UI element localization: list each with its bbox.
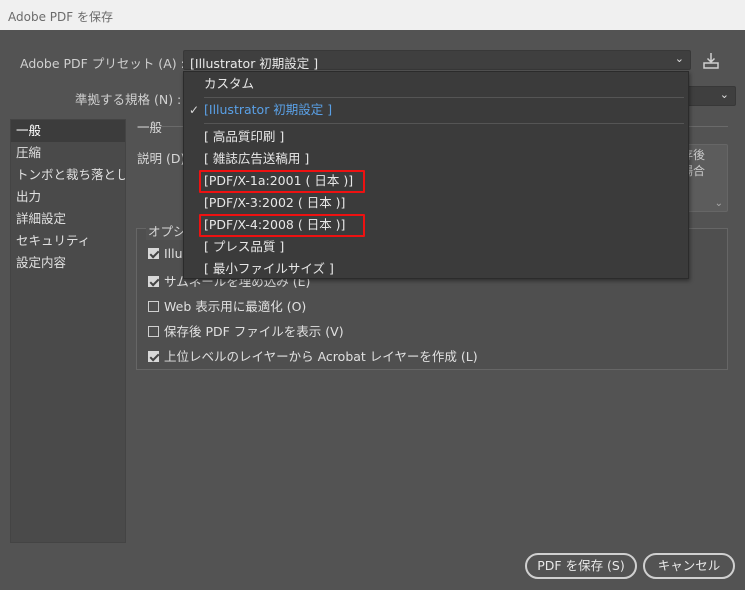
sidebar-item-summary[interactable]: 設定内容 [11,252,125,274]
sidebar-item-security[interactable]: セキュリティ [11,230,125,252]
window-title-bar: Adobe PDF を保存 [0,0,745,30]
sidebar-item-marks-bleeds[interactable]: トンボと裁ち落とし [11,164,125,186]
sidebar-item-label: セキュリティ [16,233,91,248]
menu-item-label: [ 最小ファイルサイズ ] [204,261,334,276]
option-label: 保存後 PDF ファイルを表示 (V) [164,324,344,339]
option-label: Web 表示用に最適化 (O) [164,299,307,314]
menu-item-label: カスタム [204,76,255,91]
sidebar-item-label: 詳細設定 [16,211,67,226]
option-create-acrobat-layers[interactable]: 上位レベルのレイヤーから Acrobat レイヤーを作成 (L) [148,346,478,364]
menu-item-smallest-file-size[interactable]: [ 最小ファイルサイズ ] [184,258,688,280]
menu-item-label: [Illustrator 初期設定 ] [204,102,333,117]
sidebar-item-label: 圧縮 [16,145,42,160]
chevron-down-icon: ⌄ [719,88,729,101]
menu-separator [204,123,684,124]
checkbox[interactable] [148,351,159,362]
highlight-box [199,170,365,193]
menu-item-custom[interactable]: カスタム [184,73,688,95]
checkbox[interactable] [148,276,159,287]
pdf-save-dialog: Adobe PDF プリセット (A) : [Illustrator 初期設定 … [0,30,745,590]
preset-label: Adobe PDF プリセット (A) : [20,56,185,71]
menu-item-press-quality[interactable]: [ プレス品質 ] [184,236,688,258]
preset-select-value: [Illustrator 初期設定 ] [190,56,319,71]
menu-item-label: [ 雑誌広告送稿用 ] [204,151,310,166]
save-preset-icon[interactable] [702,52,720,70]
sidebar-item-general[interactable]: 一般 [11,120,125,142]
preset-dropdown-menu: カスタム ✓ [Illustrator 初期設定 ] [ 高品質印刷 ] [ 雑… [183,71,689,279]
sidebar-item-label: トンボと裁ち落とし [16,167,125,182]
preset-select[interactable]: [Illustrator 初期設定 ] ⌄ [183,50,691,71]
chevron-down-icon: ⌄ [674,52,684,65]
sidebar-item-label: 出力 [16,189,42,204]
menu-item-high-quality-print[interactable]: [ 高品質印刷 ] [184,126,688,148]
section-title: 一般 [137,120,163,135]
standard-label: 準拠する規格 (N) : [75,92,182,107]
option-optimize-web[interactable]: Web 表示用に最適化 (O) [148,296,307,314]
sidebar-item-advanced[interactable]: 詳細設定 [11,208,125,230]
sidebar-item-compression[interactable]: 圧縮 [11,142,125,164]
sidebar-item-label: 一般 [16,123,42,138]
menu-item-pdfx-3[interactable]: [PDF/X-3:2002 ( 日本 )] [184,192,688,214]
option-label: Illu [164,246,183,261]
menu-item-label: [ プレス品質 ] [204,239,285,254]
window-title: Adobe PDF を保存 [8,10,113,24]
menu-item-label: [PDF/X-3:2002 ( 日本 )] [204,195,346,210]
option-view-pdf-after-saving[interactable]: 保存後 PDF ファイルを表示 (V) [148,321,344,339]
chevron-down-icon[interactable]: ⌄ [715,198,723,209]
sidebar-item-output[interactable]: 出力 [11,186,125,208]
checkbox[interactable] [148,326,159,337]
menu-item-label: [ 高品質印刷 ] [204,129,285,144]
check-icon: ✓ [189,103,200,117]
menu-item-magazine-ad[interactable]: [ 雑誌広告送稿用 ] [184,148,688,170]
options-legend: オプシ [146,221,188,240]
save-pdf-button[interactable]: PDF を保存 (S) [525,553,637,579]
option-label: 上位レベルのレイヤーから Acrobat レイヤーを作成 (L) [164,349,478,364]
highlight-box [199,214,365,237]
sidebar-item-label: 設定内容 [16,255,67,270]
option-preserve-editing[interactable]: Illu [148,246,183,262]
checkbox[interactable] [148,248,159,259]
menu-item-illustrator-default[interactable]: ✓ [Illustrator 初期設定 ] [184,99,688,121]
checkbox[interactable] [148,301,159,312]
cancel-button[interactable]: キャンセル [643,553,735,579]
description-label: 説明 (D) [137,151,186,166]
settings-sidebar: 一般 圧縮 トンボと裁ち落とし 出力 詳細設定 セキュリティ 設定内容 [10,119,126,543]
menu-separator [204,97,684,98]
